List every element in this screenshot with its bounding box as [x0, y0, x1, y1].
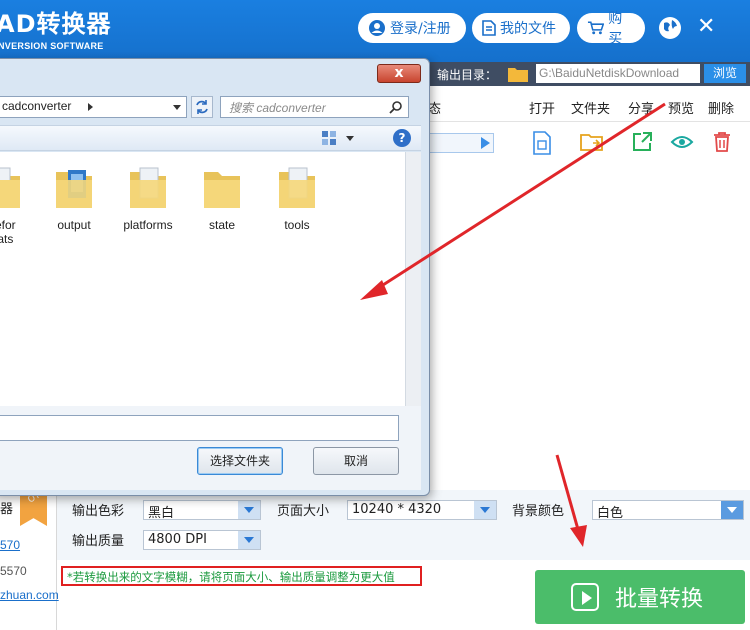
my-files-button[interactable]: 我的文件 [472, 13, 570, 43]
folder-item[interactable]: platforms [111, 162, 185, 232]
play-icon [571, 583, 599, 611]
delete-trash-icon[interactable] [712, 131, 732, 153]
folder-icon [130, 167, 166, 208]
folder-item[interactable]: state [185, 162, 259, 232]
sidebar-link-1[interactable]: 570 [0, 538, 20, 552]
color-select[interactable]: 黑白 [143, 500, 261, 521]
folder-icon [279, 167, 315, 208]
buy-label: 购买 [608, 11, 623, 47]
folder-icon [56, 170, 92, 208]
folder-list: gefor hats output platforms state tools [0, 152, 405, 406]
blur-tip-text: *若转换出来的文字模糊，请将页面大小、输出质量调整为更大值 [61, 566, 422, 586]
col-delete: 删除 [708, 102, 735, 117]
folder-item[interactable]: tools [260, 162, 334, 232]
color-select-value: 黑白 [148, 506, 175, 521]
folder-icon [204, 172, 240, 208]
page-size-select-value: 10240 * 4320 [352, 502, 442, 517]
browse-button[interactable]: 浏览 [704, 64, 746, 83]
sidebar-link-website[interactable]: zhuan.com [0, 588, 59, 602]
dialog-search-placeholder: 搜索 cadconverter [229, 101, 326, 115]
breadcrumb-arrow-icon[interactable] [88, 103, 93, 111]
app-title: AD转换器 [0, 10, 112, 38]
search-icon [389, 101, 402, 114]
folder-icon [0, 167, 20, 208]
open-folder-icon[interactable] [580, 131, 604, 153]
globe-icon[interactable] [657, 15, 683, 41]
bg-color-select-value: 白色 [597, 506, 624, 521]
output-dir-label: 输出目录： [437, 68, 498, 82]
preview-eye-icon[interactable] [670, 131, 694, 153]
output-dir-bar: 输出目录： G:\BaiduNetdiskDownload 浏览 [428, 62, 750, 86]
folder-name-input[interactable] [0, 415, 399, 441]
col-open: 打开 [529, 102, 556, 117]
play-arrow-icon [481, 137, 490, 149]
chevron-down-icon [238, 501, 260, 519]
quality-label: 输出质量 [72, 534, 125, 549]
user-icon [369, 20, 385, 36]
settings-panel: 输出色彩 黑白 页面大小 10240 * 4320 背景颜色 白色 输出质量 4… [57, 490, 750, 560]
file-table-header: 态 打开 文件夹 分享 预览 删除 [428, 86, 750, 122]
bg-color-select[interactable]: 白色 [592, 500, 744, 521]
address-bar[interactable]: cadconverter [0, 96, 187, 118]
batch-convert-button[interactable]: 批量转换 [535, 570, 745, 624]
folder-item[interactable]: output [37, 162, 111, 232]
login-label: 登录/注册 [390, 21, 451, 37]
chevron-down-icon [238, 531, 260, 549]
address-dropdown-icon[interactable] [173, 105, 181, 110]
app-subtitle: NVERSION SOFTWARE [0, 41, 104, 51]
share-icon[interactable] [631, 131, 653, 153]
page-size-select[interactable]: 10240 * 4320 [347, 500, 497, 520]
folder-label: output [57, 218, 91, 232]
page-size-label: 页面大小 [277, 504, 330, 519]
help-icon[interactable]: ? [393, 129, 411, 147]
address-path: cadconverter [2, 99, 72, 113]
dialog-close-button[interactable]: x [377, 64, 421, 83]
bg-color-label: 背景颜色 [512, 504, 565, 519]
buy-button[interactable]: 购买 [577, 11, 645, 47]
folder-label: gefor hats [0, 218, 16, 246]
my-files-label: 我的文件 [500, 21, 556, 37]
batch-convert-label: 批量转换 [615, 587, 704, 612]
refresh-icon [196, 100, 208, 114]
chevron-down-icon [721, 501, 743, 519]
col-preview: 预览 [668, 102, 695, 117]
folder-label: state [208, 218, 235, 232]
folder-label: platforms [123, 218, 173, 232]
select-folder-button[interactable]: 选择文件夹 [197, 447, 283, 475]
folder-item[interactable]: gefor hats [0, 162, 39, 246]
sidebar-text-2: 5570 [0, 564, 27, 578]
folder-picker-dialog: x cadconverter 搜索 cadconverter ? gefor h… [0, 58, 430, 496]
sidebar-title: 器 [0, 502, 14, 517]
col-share: 分享 [628, 102, 655, 117]
dialog-scrollbar[interactable] [405, 152, 421, 406]
col-folder: 文件夹 [571, 102, 611, 117]
app-header: AD转换器 NVERSION SOFTWARE 登录/注册 我的文件 购买 ✕ [0, 0, 750, 62]
refresh-button[interactable] [191, 96, 213, 118]
cancel-button[interactable]: 取消 [313, 447, 399, 475]
dialog-footer: 选择文件夹 取消 [0, 406, 421, 490]
view-mode-dropdown-icon[interactable] [346, 136, 354, 141]
quality-select-value: 4800 DPI [148, 532, 207, 547]
view-mode-icon[interactable] [321, 130, 337, 146]
quality-select[interactable]: 4800 DPI [143, 530, 261, 550]
folder-icon[interactable] [507, 65, 529, 83]
chevron-down-icon [474, 501, 496, 519]
close-app-button[interactable]: ✕ [697, 14, 715, 40]
output-path-field[interactable]: G:\BaiduNetdiskDownload [536, 64, 700, 83]
color-label: 输出色彩 [72, 504, 125, 519]
dialog-toolbar: ? [0, 125, 421, 151]
progress-bar [428, 133, 494, 153]
login-button[interactable]: 登录/注册 [358, 13, 466, 43]
folder-label: tools [284, 218, 310, 232]
cart-icon [587, 21, 605, 35]
document-icon [482, 20, 496, 36]
dialog-search-input[interactable]: 搜索 cadconverter [220, 96, 409, 118]
open-file-icon[interactable] [532, 131, 552, 155]
